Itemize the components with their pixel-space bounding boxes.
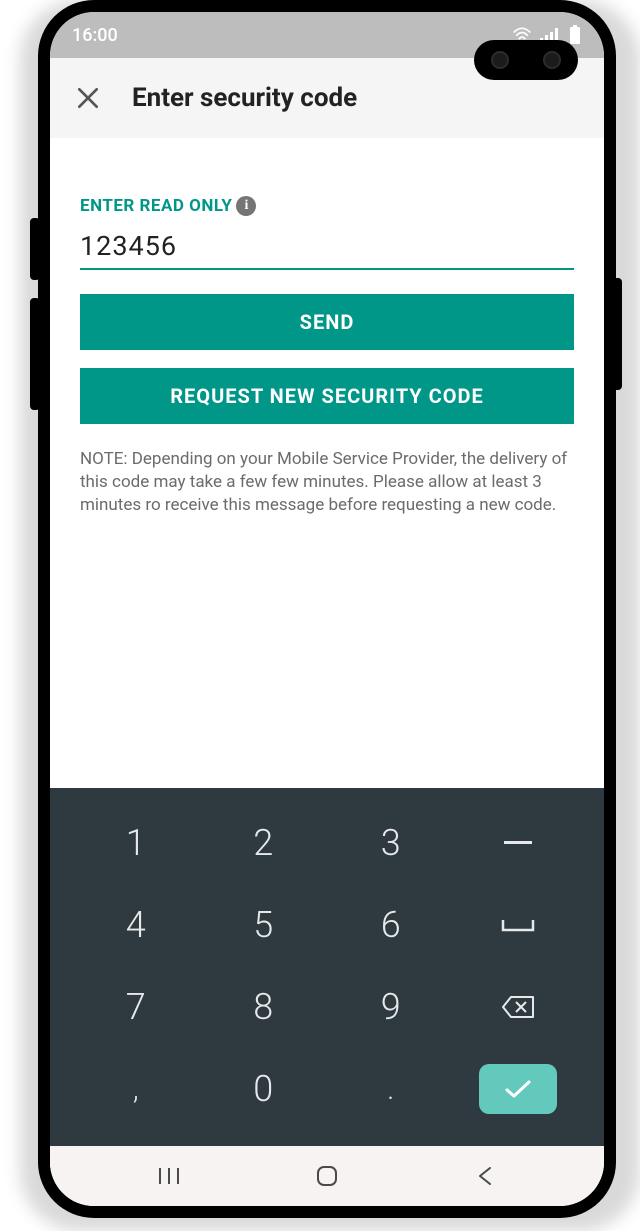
- android-nav-bar: [50, 1146, 604, 1206]
- key-space[interactable]: [455, 884, 583, 966]
- page-title: Enter security code: [132, 83, 357, 113]
- field-label: ENTER READ ONLY: [80, 196, 232, 216]
- nav-back[interactable]: [445, 1156, 525, 1196]
- battery-icon: [568, 25, 582, 45]
- back-icon: [476, 1164, 494, 1188]
- check-icon: [503, 1078, 533, 1100]
- camera-cutout: [474, 40, 578, 80]
- dash-icon: [504, 841, 532, 845]
- key-9[interactable]: 9: [327, 966, 455, 1048]
- key-comma[interactable]: ,: [72, 1048, 200, 1130]
- key-0[interactable]: 0: [200, 1048, 328, 1130]
- numeric-keyboard: 1 2 3 4 5 6 7 8 9: [50, 788, 604, 1146]
- key-8[interactable]: 8: [200, 966, 328, 1048]
- backspace-icon: [501, 995, 535, 1019]
- key-dash[interactable]: [455, 802, 583, 884]
- key-5[interactable]: 5: [200, 884, 328, 966]
- key-6[interactable]: 6: [327, 884, 455, 966]
- info-icon[interactable]: i: [236, 196, 256, 216]
- phone-side-button: [612, 278, 622, 390]
- nav-home[interactable]: [287, 1156, 367, 1196]
- close-button[interactable]: [66, 76, 110, 120]
- screen: 16:00 Enter security code ENTER READ ONL…: [50, 12, 604, 1206]
- send-button[interactable]: SEND: [80, 294, 574, 350]
- key-period[interactable]: .: [327, 1048, 455, 1130]
- home-icon: [315, 1164, 339, 1188]
- space-icon: [501, 918, 535, 932]
- key-backspace[interactable]: [455, 966, 583, 1048]
- key-done[interactable]: [479, 1064, 557, 1114]
- status-time: 16:00: [72, 25, 118, 46]
- note-text: NOTE: Depending on your Mobile Service P…: [80, 448, 574, 517]
- request-new-code-button[interactable]: REQUEST NEW SECURITY CODE: [80, 368, 574, 424]
- key-2[interactable]: 2: [200, 802, 328, 884]
- phone-side-button: [30, 218, 40, 280]
- key-7[interactable]: 7: [72, 966, 200, 1048]
- close-icon: [75, 85, 101, 111]
- key-3[interactable]: 3: [327, 802, 455, 884]
- security-code-input[interactable]: [80, 216, 574, 270]
- phone-frame: 16:00 Enter security code ENTER READ ONL…: [38, 0, 616, 1218]
- key-1[interactable]: 1: [72, 802, 200, 884]
- recents-icon: [156, 1166, 182, 1186]
- key-4[interactable]: 4: [72, 884, 200, 966]
- phone-side-button: [30, 298, 40, 410]
- nav-recents[interactable]: [129, 1156, 209, 1196]
